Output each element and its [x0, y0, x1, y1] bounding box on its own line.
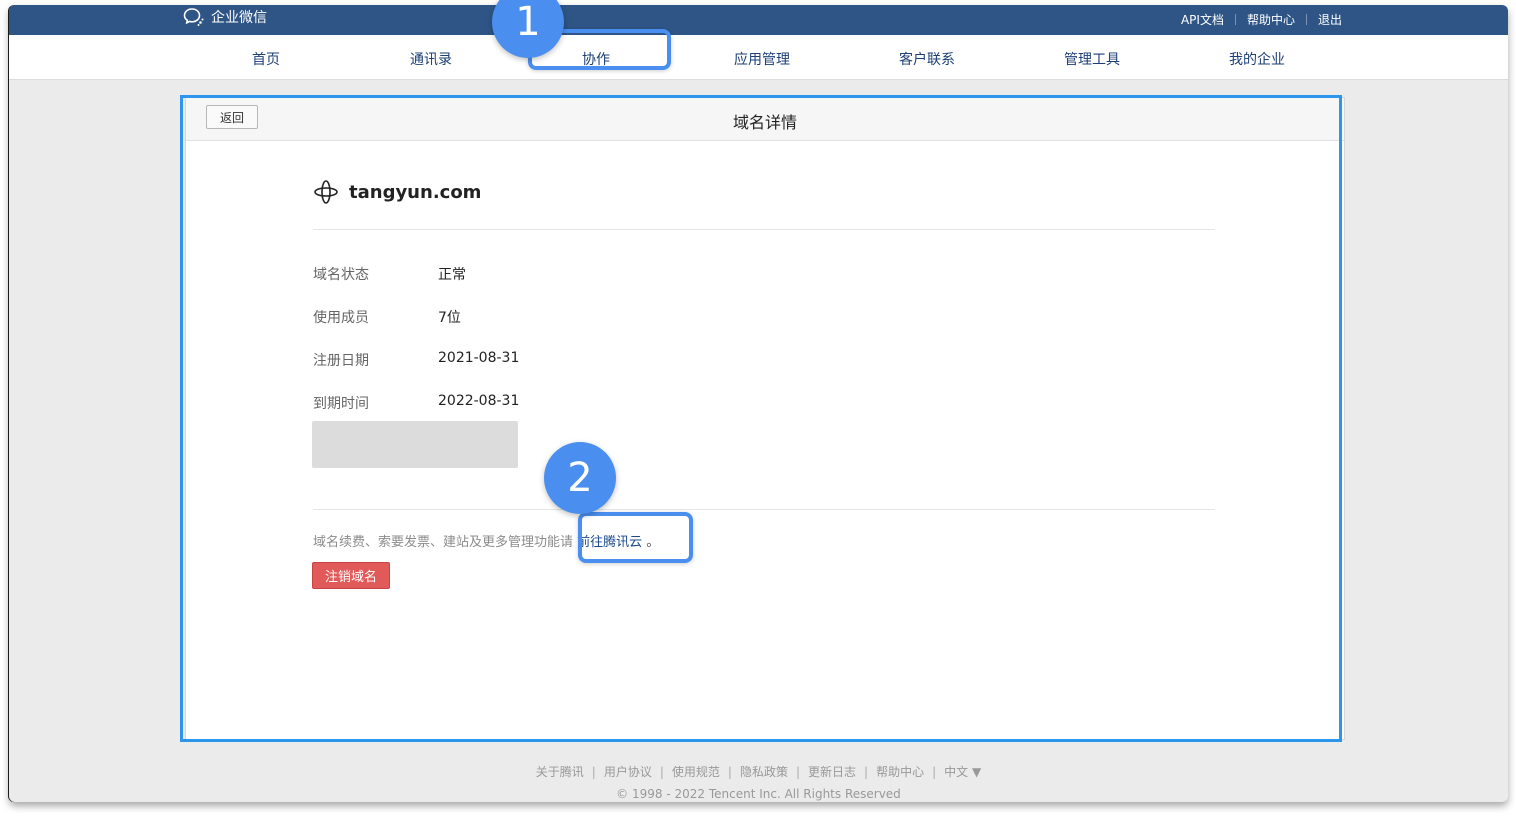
nav-item-customer-contact[interactable]: 客户联系	[899, 49, 955, 69]
link-highlight-box	[578, 512, 693, 563]
footer-links: 关于腾讯 | 用户协议 | 使用规范 | 隐私政策 | 更新日志 | 帮助中心 | 中文 ▼	[535, 765, 982, 779]
wecom-logo-icon	[183, 8, 204, 26]
footer-link-changelog[interactable]: 更新日志	[808, 765, 856, 779]
help-center-link[interactable]: 帮助中心	[1247, 11, 1295, 28]
logo-text: 企业微信	[211, 10, 267, 26]
top-links: API文档 帮助中心 退出	[1181, 11, 1342, 28]
logo[interactable]: 企业微信	[183, 7, 267, 27]
footer-link-usage-policy[interactable]: 使用规范	[672, 765, 720, 779]
divider	[1305, 14, 1307, 25]
footer-link-about[interactable]: 关于腾讯	[536, 765, 584, 779]
copyright: © 1998 - 2022 Tencent Inc. All Rights Re…	[616, 787, 901, 801]
footer-link-privacy[interactable]: 隐私政策	[740, 765, 788, 779]
nav-item-management-tools[interactable]: 管理工具	[1064, 49, 1120, 69]
step-badge-2: 2	[544, 442, 616, 514]
footer-link-help[interactable]: 帮助中心	[876, 765, 924, 779]
divider	[1234, 14, 1236, 25]
api-docs-link[interactable]: API文档	[1181, 11, 1224, 28]
nav-item-my-enterprise[interactable]: 我的企业	[1229, 49, 1285, 69]
footer-link-user-agreement[interactable]: 用户协议	[604, 765, 652, 779]
nav-item-contacts[interactable]: 通讯录	[410, 49, 452, 69]
nav-item-home[interactable]: 首页	[252, 49, 280, 69]
main-nav: 首页 通讯录 协作 应用管理 客户联系 管理工具 我的企业	[9, 35, 1508, 80]
top-bar: 企业微信 API文档 帮助中心 退出	[9, 5, 1508, 35]
logout-link[interactable]: 退出	[1318, 11, 1342, 28]
content-highlight-frame	[180, 95, 1342, 742]
nav-item-app-management[interactable]: 应用管理	[734, 49, 790, 69]
language-select[interactable]: 中文 ▼	[944, 765, 981, 779]
